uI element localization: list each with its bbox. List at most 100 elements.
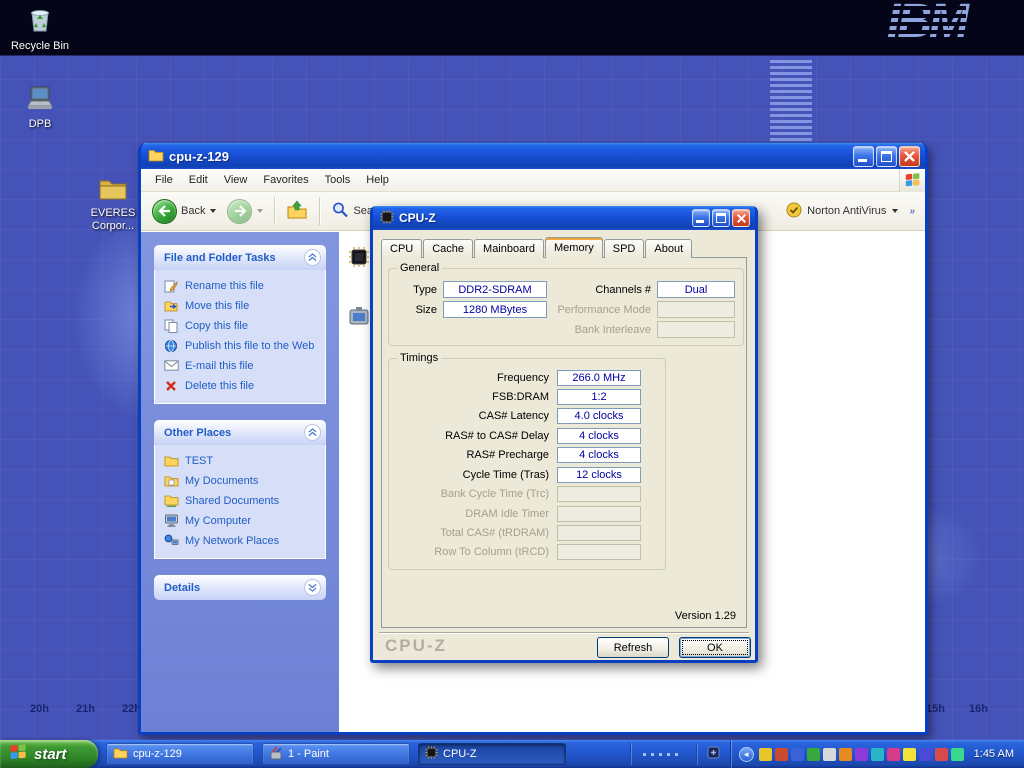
desktop-icon-dpb[interactable]: DPB [8,84,72,131]
row-to-column-field [557,544,641,560]
performance-mode-label: Performance Mode [557,304,651,316]
tab-cpu[interactable]: CPU [381,239,422,258]
tray-icon[interactable] [951,748,964,761]
frequency-field[interactable]: 266.0 MHz [557,370,641,386]
tab-about[interactable]: About [645,239,692,258]
place-my-computer[interactable]: My Computer [163,513,319,528]
tab-cache[interactable]: Cache [423,239,473,258]
menu-favorites[interactable]: Favorites [255,170,316,190]
forward-icon [227,199,252,224]
timings-groupbox: Timings Frequency 266.0 MHz FSB:DRAM 1:2… [388,358,666,570]
place-test[interactable]: TEST [163,453,319,468]
groupbox-title: General [397,262,442,274]
tab-mainboard[interactable]: Mainboard [474,239,544,258]
back-dropdown-caret[interactable] [210,209,216,213]
tray-icon[interactable] [903,748,916,761]
file-tasks-header[interactable]: File and Folder Tasks [154,245,326,270]
task-copy-this-file[interactable]: Copy this file [163,318,319,333]
task-move-this-file[interactable]: Move this file [163,298,319,313]
chevron-up-icon[interactable] [304,249,321,266]
place-my-documents[interactable]: My Documents [163,473,319,488]
desktop-icon-everes[interactable]: EVERES Corpor... [84,176,142,233]
menu-file[interactable]: File [147,170,181,190]
size-value-field[interactable]: 1280 MBytes [443,301,547,318]
taskbar-item-cpu-z[interactable]: CPU-Z [418,743,566,765]
taskbar-item-cpu-z-129[interactable]: cpu-z-129 [106,743,254,765]
menu-edit[interactable]: Edit [181,170,216,190]
tray-icon[interactable] [823,748,836,761]
minimize-button[interactable] [692,209,710,227]
back-button[interactable]: Back [149,197,219,226]
type-value-field[interactable]: DDR2-SDRAM [443,281,547,298]
task-rename-this-file[interactable]: Rename this file [163,278,319,293]
other-places-header[interactable]: Other Places [154,420,326,445]
timing-label: RAS# Precharge [397,449,557,461]
taskbar: start cpu-z-129 1 - Paint CPU-Z [0,740,1024,768]
tray-icon[interactable] [935,748,948,761]
close-button[interactable] [732,209,750,227]
close-button[interactable] [899,146,920,167]
tray-icon[interactable] [759,748,772,761]
ok-button[interactable]: OK [679,637,751,658]
task-email-this-file[interactable]: E-mail this file [163,358,319,373]
timing-label: Frequency [397,372,557,384]
channels-value-field[interactable]: Dual [657,281,735,298]
desktop-icon-recycle-bin[interactable]: Recycle Bin [8,4,72,53]
cycle-time-field[interactable]: 12 clocks [557,467,641,483]
my-documents-icon [163,473,179,488]
task-link-label: Delete this file [185,380,254,392]
forward-dropdown-caret[interactable] [257,209,263,213]
tray-icon[interactable] [775,748,788,761]
toolbar-overflow-chevron[interactable]: » [907,206,917,217]
ras-precharge-field[interactable]: 4 clocks [557,447,641,463]
menu-help[interactable]: Help [358,170,397,190]
taskbar-item-paint[interactable]: 1 - Paint [262,743,410,765]
forward-button[interactable] [224,197,266,226]
timings-row: FSB:DRAM 1:2 [397,388,657,405]
chevron-down-icon[interactable] [304,579,321,596]
tray-icon[interactable] [791,748,804,761]
task-publish-this-file[interactable]: Publish this file to the Web [163,338,319,353]
deskband-icon [707,746,720,762]
chevron-up-icon[interactable] [304,424,321,441]
cas-latency-field[interactable]: 4.0 clocks [557,408,641,424]
up-button[interactable] [283,198,311,225]
type-label: Type [397,284,437,296]
tray-icon[interactable] [855,748,868,761]
tray-icon[interactable] [887,748,900,761]
channels-label: Channels # [557,284,651,296]
refresh-button[interactable]: Refresh [597,637,669,658]
cpuz-titlebar[interactable]: CPU-Z [373,206,755,230]
tab-memory[interactable]: Memory [545,237,603,258]
taskbar-toolbar-button[interactable] [696,743,730,765]
explorer-titlebar[interactable]: cpu-z-129 [141,143,925,169]
place-shared-documents[interactable]: Shared Documents [163,493,319,508]
norton-dropdown-caret[interactable] [892,209,898,213]
ras-to-cas-field[interactable]: 4 clocks [557,428,641,444]
minimize-button[interactable] [853,146,874,167]
place-my-network-places[interactable]: My Network Places [163,533,319,548]
menu-view[interactable]: View [216,170,256,190]
tray-icon[interactable] [871,748,884,761]
window-controls [851,146,920,167]
maximize-button[interactable] [876,146,897,167]
maximize-button[interactable] [712,209,730,227]
taskbar-deskband[interactable] [630,743,696,765]
grip-dots-icon [643,753,683,756]
move-icon [163,298,179,313]
menu-tools[interactable]: Tools [317,170,359,190]
tab-spd[interactable]: SPD [604,239,645,258]
fsb-dram-field[interactable]: 1:2 [557,389,641,405]
setup-file-icon[interactable] [348,306,370,328]
task-delete-this-file[interactable]: Delete this file [163,378,319,393]
tray-icon[interactable] [839,748,852,761]
tray-icon[interactable] [807,748,820,761]
norton-antivirus-button[interactable]: Norton AntiVirus [782,200,902,223]
start-button[interactable]: start [0,740,98,768]
taskbar-clock[interactable]: 1:45 AM [974,748,1014,760]
cpu-chip-file-icon[interactable] [348,246,370,268]
tray-icon[interactable] [919,748,932,761]
details-header[interactable]: Details [154,575,326,600]
tray-collapse-chevron[interactable]: ◂ [739,747,754,762]
bank-cycle-time-field [557,486,641,502]
